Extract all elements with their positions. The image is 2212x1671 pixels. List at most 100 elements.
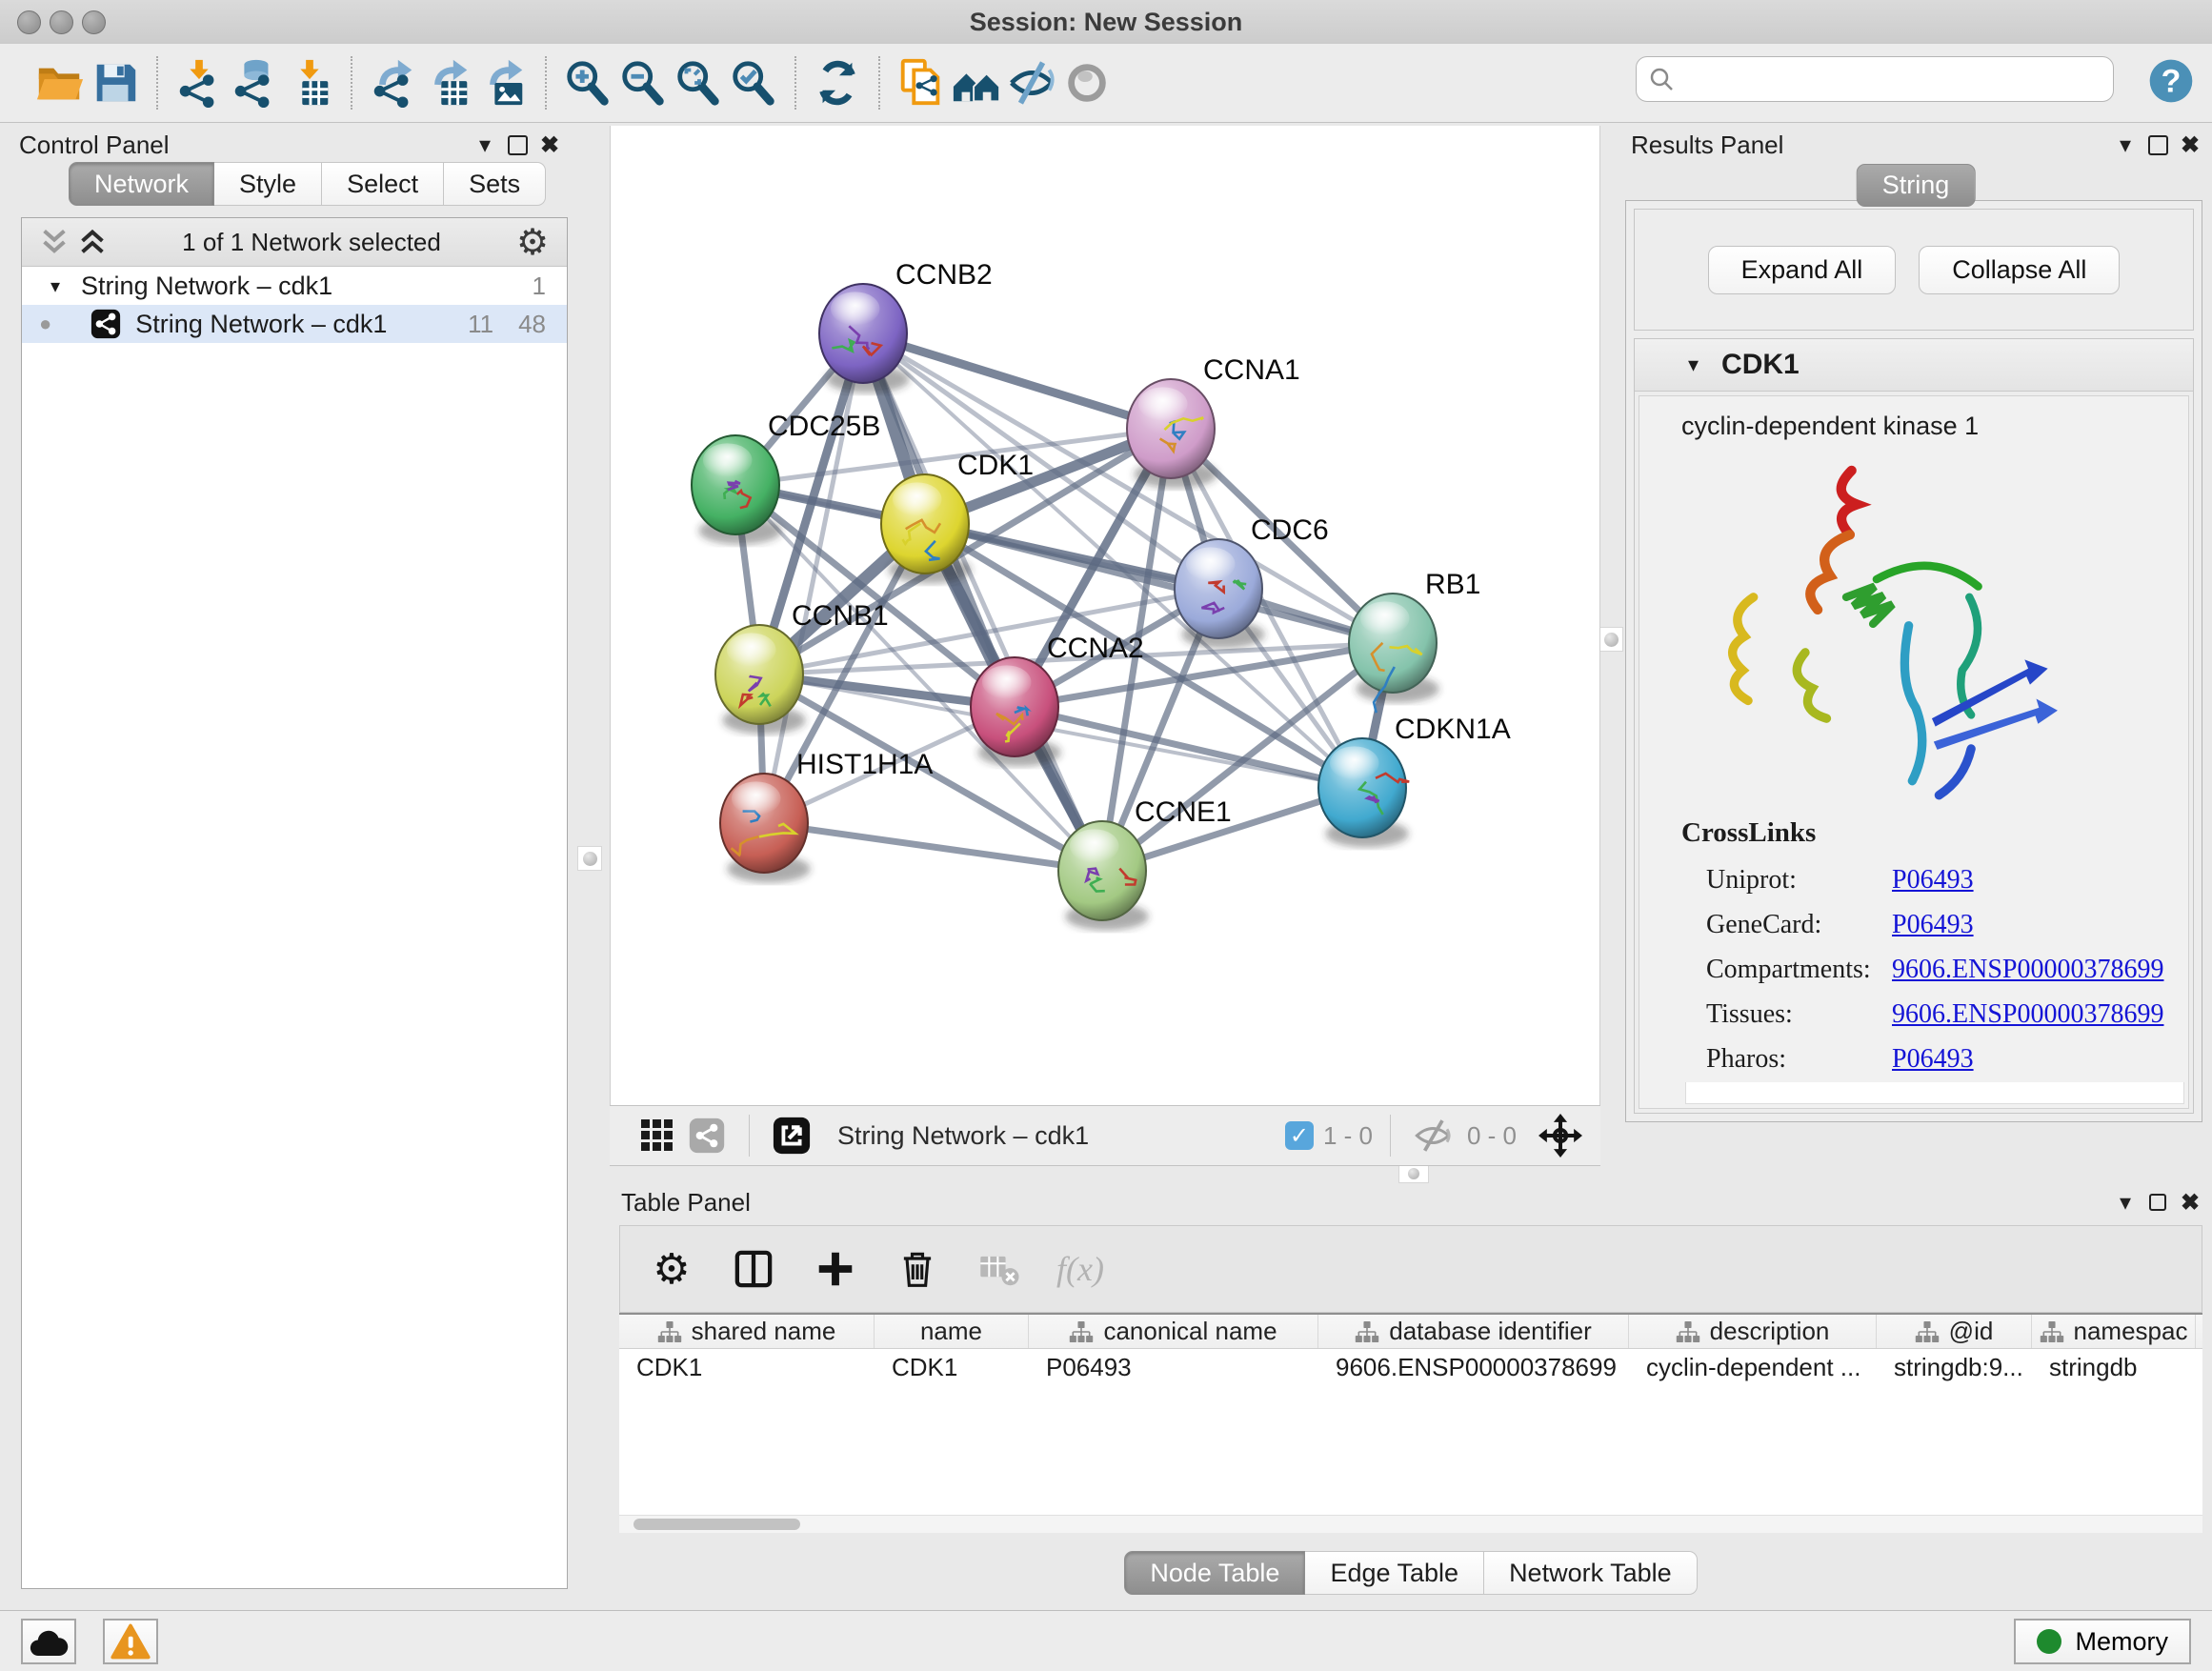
fit-selected-crosshair-icon[interactable]: [1536, 1111, 1585, 1160]
help-button[interactable]: ?: [2147, 57, 2195, 105]
tab-string[interactable]: String: [1857, 164, 1976, 207]
node-label-ccne1: CCNE1: [1135, 796, 1232, 828]
network-node-ccna2[interactable]: CCNA2: [971, 633, 1144, 767]
zoom-fit-button[interactable]: [671, 53, 726, 112]
zoom-selected-button[interactable]: [726, 53, 781, 112]
panel-menu-icon[interactable]: ▾: [469, 131, 501, 159]
panel-close-icon[interactable]: ✖: [2174, 1188, 2206, 1217]
left-splitter-grip[interactable]: [577, 846, 602, 871]
crosslink-link[interactable]: P06493: [1892, 910, 1974, 940]
horizontal-splitter-grip[interactable]: [1398, 1164, 1429, 1183]
title-bar: Session: New Session: [0, 0, 2212, 45]
crosslink-link[interactable]: 9606.ENSP00000378699: [1892, 955, 2163, 985]
search-icon: [1648, 66, 1675, 92]
column-header-id[interactable]: @id: [1877, 1315, 2032, 1348]
delete-column-icon[interactable]: [893, 1244, 942, 1294]
tab-sets[interactable]: Sets: [444, 162, 546, 206]
panel-menu-icon[interactable]: ▾: [2109, 131, 2142, 159]
zoom-out-button[interactable]: [615, 53, 671, 112]
import-network-button[interactable]: [171, 53, 227, 112]
import-database-button[interactable]: [227, 53, 282, 112]
preview-button[interactable]: [1059, 53, 1115, 112]
search-input[interactable]: [1675, 64, 2113, 95]
panel-menu-icon[interactable]: ▾: [2109, 1188, 2142, 1217]
tab-node-table[interactable]: Node Table: [1124, 1551, 1305, 1595]
export-table-button[interactable]: [421, 53, 476, 112]
add-column-icon[interactable]: [811, 1244, 860, 1294]
panel-float-icon[interactable]: [2142, 1188, 2174, 1217]
network-node-hist1h1a[interactable]: HIST1H1A: [720, 749, 933, 883]
open-in-new-window-icon[interactable]: [767, 1111, 816, 1160]
select-columns-icon[interactable]: [729, 1244, 778, 1294]
application-window: Session: New Session ? Control Panel ▾ ✖…: [0, 0, 2212, 1671]
cloud-button[interactable]: [21, 1619, 76, 1664]
column-header-namespac[interactable]: namespac: [2032, 1315, 2196, 1348]
crosslink-link[interactable]: P06493: [1892, 1044, 1974, 1075]
birds-eye-grid-icon[interactable]: [633, 1111, 682, 1160]
column-header-description[interactable]: description: [1629, 1315, 1877, 1348]
export-table-icon: [423, 57, 474, 109]
panel-close-icon[interactable]: ✖: [2174, 131, 2206, 159]
import-table-button[interactable]: [282, 53, 337, 112]
open-session-button[interactable]: [32, 53, 88, 112]
status-bar: Memory: [0, 1610, 2212, 1671]
network-node-rb1[interactable]: RB1: [1349, 569, 1480, 713]
column-type-icon: [1355, 1320, 1379, 1343]
network-node-ccne1[interactable]: CCNE1: [1058, 796, 1232, 931]
network-canvas[interactable]: CCNB2CCNA1CDC25BCDK1CDC6RB1CCNB1CCNA2CDK…: [610, 126, 1600, 1105]
tab-network[interactable]: Network: [69, 162, 214, 206]
export-image-icon: [478, 57, 530, 109]
selected-nodes-checkbox[interactable]: ✓: [1285, 1121, 1314, 1150]
tab-select[interactable]: Select: [322, 162, 444, 206]
column-label: shared name: [692, 1317, 836, 1346]
tab-network-table[interactable]: Network Table: [1484, 1551, 1698, 1595]
refresh-button[interactable]: [810, 53, 865, 112]
crosslink-link[interactable]: P06493: [1892, 865, 1974, 896]
crosslinks-title: CrossLinks: [1681, 817, 2188, 849]
tree-expander-icon[interactable]: ▾: [50, 274, 60, 298]
panel-float-icon[interactable]: [2142, 131, 2174, 159]
crosslink-row: GeneCard: P06493: [1681, 903, 2188, 948]
string-network-icon: [90, 308, 122, 340]
network-share-icon[interactable]: [682, 1111, 732, 1160]
network-edge[interactable]: [764, 823, 1102, 871]
warning-button[interactable]: [103, 1619, 158, 1664]
export-network-button[interactable]: [366, 53, 421, 112]
clone-network-button[interactable]: [894, 53, 949, 112]
home-view-button[interactable]: [949, 53, 1004, 112]
column-header-shared-name[interactable]: shared name: [619, 1315, 875, 1348]
column-header-database-identifier[interactable]: database identifier: [1318, 1315, 1629, 1348]
column-header-canonical-name[interactable]: canonical name: [1029, 1315, 1318, 1348]
table-row[interactable]: CDK1CDK1P064939606.ENSP00000378699cyclin…: [619, 1349, 2202, 1385]
collapse-all-icon[interactable]: [35, 217, 73, 267]
tab-style[interactable]: Style: [214, 162, 322, 206]
network-node-cdkn1a[interactable]: CDKN1A: [1318, 714, 1511, 848]
export-image-button[interactable]: [476, 53, 532, 112]
scrollbar-thumb[interactable]: [633, 1519, 800, 1530]
import-table-icon: [284, 57, 335, 109]
network-dot-icon: ●: [39, 312, 51, 336]
memory-button[interactable]: Memory: [2014, 1619, 2191, 1664]
crosslink-link[interactable]: 9606.ENSP00000378699: [1892, 999, 2163, 1030]
save-session-button[interactable]: [88, 53, 143, 112]
hide-panel-button[interactable]: [1004, 53, 1059, 112]
collapse-triangle-icon: ▾: [1688, 352, 1699, 377]
protein-structure-image: [1689, 454, 2089, 812]
table-options-gear-icon[interactable]: ⚙: [647, 1244, 696, 1294]
panel-close-icon[interactable]: ✖: [533, 131, 566, 159]
network-tree-item[interactable]: ▾ String Network – cdk1 1: [22, 267, 567, 305]
network-selection-status: 1 of 1 Network selected: [111, 228, 512, 257]
column-header-name[interactable]: name: [875, 1315, 1029, 1348]
panel-float-icon[interactable]: [501, 131, 533, 159]
protein-card-header[interactable]: ▾ CDK1: [1635, 339, 2193, 392]
zoom-in-button[interactable]: [560, 53, 615, 112]
network-options-gear-icon[interactable]: ⚙: [512, 217, 553, 267]
network-tree-item[interactable]: ● String Network – cdk1 11 48: [22, 305, 567, 343]
network-edge[interactable]: [863, 333, 1171, 429]
tab-edge-table[interactable]: Edge Table: [1305, 1551, 1484, 1595]
network-view-toolbar: String Network – cdk1 ✓ 1 - 0 0 - 0: [610, 1105, 1600, 1166]
expand-all-icon[interactable]: [73, 217, 111, 267]
network-node-cdc6[interactable]: CDC6: [1175, 514, 1329, 649]
expand-all-button[interactable]: Expand All: [1708, 246, 1897, 294]
collapse-all-button[interactable]: Collapse All: [1919, 246, 2120, 294]
